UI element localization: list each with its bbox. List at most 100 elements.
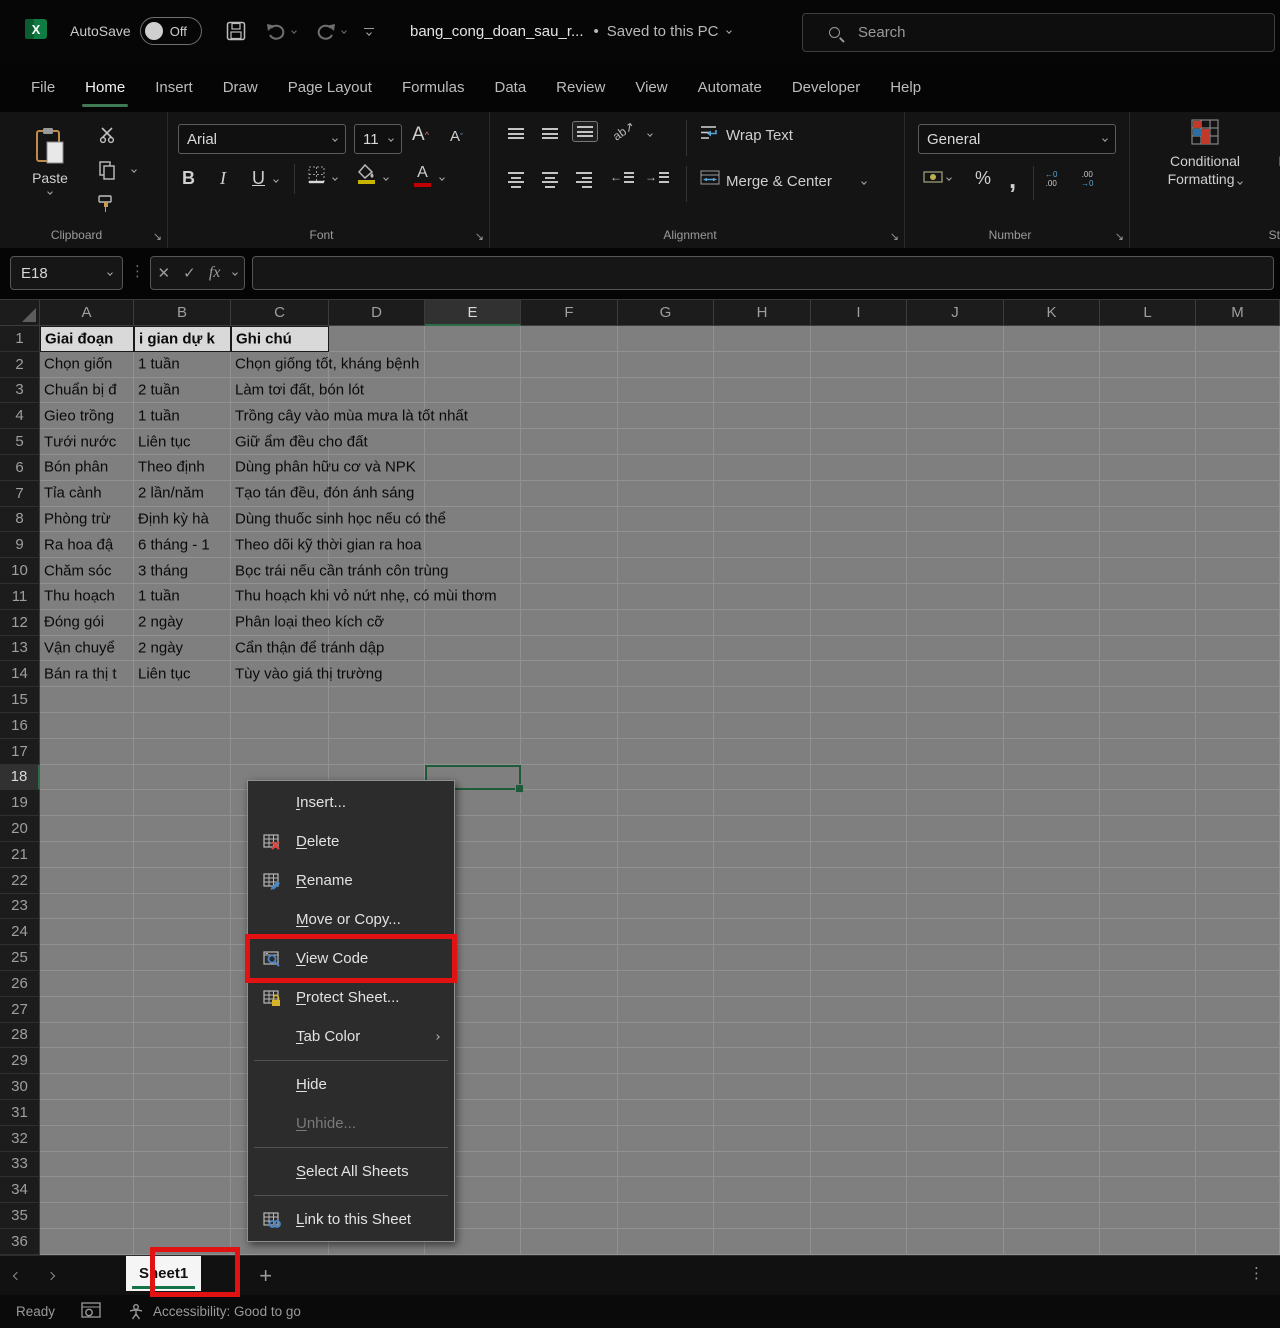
cell-H25[interactable] (714, 945, 811, 971)
cell-M14[interactable] (1196, 661, 1280, 687)
cell-A2[interactable]: Chọn giốn (40, 352, 134, 378)
cell-G3[interactable] (618, 378, 714, 404)
cell-E15[interactable] (425, 687, 521, 713)
align-right-icon[interactable] (576, 172, 592, 188)
sheet-nav-right-icon[interactable] (34, 1273, 68, 1279)
cell-G9[interactable] (618, 532, 714, 558)
cell-A14[interactable]: Bán ra thị t (40, 661, 134, 687)
cell-K12[interactable] (1004, 610, 1100, 636)
cell-L17[interactable] (1100, 739, 1196, 765)
select-all-corner[interactable] (0, 300, 40, 326)
cell-F33[interactable] (521, 1152, 618, 1178)
cell-L23[interactable] (1100, 894, 1196, 920)
cell-J29[interactable] (907, 1048, 1004, 1074)
cell-A11[interactable]: Thu hoạch (40, 584, 134, 610)
cell-A35[interactable] (40, 1203, 134, 1229)
ribbon-tab-formulas[interactable]: Formulas (387, 62, 480, 112)
cell-I8[interactable] (811, 507, 907, 533)
format-as-table-button[interactable]: Format as Table (1270, 118, 1280, 188)
cell-J11[interactable] (907, 584, 1004, 610)
cell-L15[interactable] (1100, 687, 1196, 713)
cell-F2[interactable] (521, 352, 618, 378)
cell-A5[interactable]: Tưới nước (40, 429, 134, 455)
menu-item-select-all-sheets[interactable]: Select All Sheets (250, 1152, 452, 1191)
cell-I29[interactable] (811, 1048, 907, 1074)
cell-F13[interactable] (521, 636, 618, 662)
row-header-16[interactable]: 16 (0, 713, 40, 739)
cell-M5[interactable] (1196, 429, 1280, 455)
cell-K5[interactable] (1004, 429, 1100, 455)
cell-L20[interactable] (1100, 816, 1196, 842)
cell-B21[interactable] (134, 842, 231, 868)
column-header-B[interactable]: B (134, 300, 231, 326)
alignment-dialog-launcher-icon[interactable]: ↘ (890, 230, 899, 243)
cell-E14[interactable] (425, 661, 521, 687)
cell-K9[interactable] (1004, 532, 1100, 558)
cell-B29[interactable] (134, 1048, 231, 1074)
cell-A7[interactable]: Tỉa cành (40, 481, 134, 507)
cell-B12[interactable]: 2 ngày (134, 610, 231, 636)
cell-M36[interactable] (1196, 1229, 1280, 1255)
cell-I31[interactable] (811, 1100, 907, 1126)
cell-H18[interactable] (714, 765, 811, 791)
cell-B6[interactable]: Theo định (134, 455, 231, 481)
cell-G19[interactable] (618, 790, 714, 816)
cell-J6[interactable] (907, 455, 1004, 481)
cell-A24[interactable] (40, 919, 134, 945)
cell-A29[interactable] (40, 1048, 134, 1074)
cell-K22[interactable] (1004, 868, 1100, 894)
cell-J16[interactable] (907, 713, 1004, 739)
cell-I1[interactable] (811, 326, 907, 352)
cell-B28[interactable] (134, 1023, 231, 1049)
cell-L22[interactable] (1100, 868, 1196, 894)
cell-M22[interactable] (1196, 868, 1280, 894)
cell-B1[interactable]: i gian dự k (134, 326, 231, 352)
cell-B30[interactable] (134, 1074, 231, 1100)
cell-G31[interactable] (618, 1100, 714, 1126)
cell-L28[interactable] (1100, 1023, 1196, 1049)
cell-M1[interactable] (1196, 326, 1280, 352)
cell-A21[interactable] (40, 842, 134, 868)
cell-F30[interactable] (521, 1074, 618, 1100)
copy-icon[interactable] (98, 160, 116, 180)
cell-H22[interactable] (714, 868, 811, 894)
row-header-9[interactable]: 9 (0, 532, 40, 558)
orientation-dropdown-icon[interactable] (647, 131, 653, 137)
autosave-toggle[interactable]: Off (140, 17, 202, 45)
cell-F21[interactable] (521, 842, 618, 868)
cell-H15[interactable] (714, 687, 811, 713)
cell-L21[interactable] (1100, 842, 1196, 868)
row-header-2[interactable]: 2 (0, 352, 40, 378)
cell-H10[interactable] (714, 558, 811, 584)
cell-J24[interactable] (907, 919, 1004, 945)
font-name-select[interactable]: Arial (178, 124, 346, 154)
cell-I6[interactable] (811, 455, 907, 481)
cell-H35[interactable] (714, 1203, 811, 1229)
cell-K6[interactable] (1004, 455, 1100, 481)
row-header-35[interactable]: 35 (0, 1203, 40, 1229)
borders-dropdown-icon[interactable] (332, 175, 338, 181)
name-box[interactable]: E18 (10, 256, 123, 290)
row-header-11[interactable]: 11 (0, 584, 40, 610)
cell-M24[interactable] (1196, 919, 1280, 945)
cell-L2[interactable] (1100, 352, 1196, 378)
cell-B4[interactable]: 1 tuần (134, 403, 231, 429)
cell-F1[interactable] (521, 326, 618, 352)
cell-B25[interactable] (134, 945, 231, 971)
row-header-32[interactable]: 32 (0, 1126, 40, 1152)
cell-F35[interactable] (521, 1203, 618, 1229)
search-input[interactable]: Search (802, 13, 1275, 52)
cell-F17[interactable] (521, 739, 618, 765)
cell-B17[interactable] (134, 739, 231, 765)
saved-status[interactable]: • Saved to this PC (594, 23, 731, 40)
cell-K33[interactable] (1004, 1152, 1100, 1178)
cell-C13[interactable]: Cẩn thận để tránh dập (231, 636, 329, 662)
cell-K23[interactable] (1004, 894, 1100, 920)
cell-I27[interactable] (811, 997, 907, 1023)
cell-M31[interactable] (1196, 1100, 1280, 1126)
cell-K34[interactable] (1004, 1177, 1100, 1203)
cell-F8[interactable] (521, 507, 618, 533)
cell-M17[interactable] (1196, 739, 1280, 765)
align-middle-icon[interactable] (542, 128, 558, 139)
cell-A28[interactable] (40, 1023, 134, 1049)
